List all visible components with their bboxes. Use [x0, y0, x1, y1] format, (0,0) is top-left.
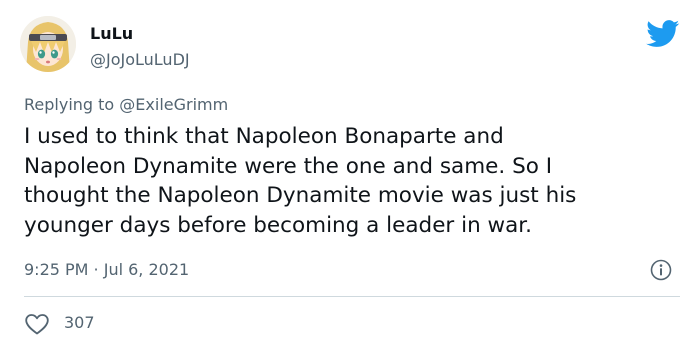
tweet-text-line: Napoleon Dynamite were the one and same.… — [24, 153, 553, 179]
tweet-text-line: I used to think that Napoleon Bonaparte … — [24, 124, 504, 149]
tweet-card: LuLu @JoJoLuLuDJ Replying to @ExileGrimm… — [0, 0, 700, 350]
info-icon[interactable] — [650, 259, 672, 281]
display-name[interactable]: LuLu — [90, 24, 133, 44]
replying-prefix: Replying to — [24, 95, 115, 114]
avatar[interactable] — [20, 16, 76, 72]
tweet-text-line: thought the Napoleon Dynamite movie was … — [24, 183, 577, 208]
timestamp-link[interactable]: 9:25 PM · Jul 6, 2021 — [24, 260, 189, 280]
twitter-bird-icon[interactable] — [646, 20, 680, 48]
reply-target-link[interactable]: @ExileGrimm — [119, 95, 228, 114]
anime-avatar-image — [20, 16, 76, 72]
divider — [24, 296, 680, 297]
like-count: 307 — [64, 313, 95, 332]
replying-to: Replying to @ExileGrimm — [24, 95, 228, 115]
tweet-text-line: younger days before becoming a leader in… — [24, 212, 532, 238]
user-handle[interactable]: @JoJoLuLuDJ — [90, 50, 190, 70]
heart-icon[interactable] — [24, 312, 50, 336]
tweet-text: I used to think that Napoleon Bonaparte … — [24, 122, 684, 240]
